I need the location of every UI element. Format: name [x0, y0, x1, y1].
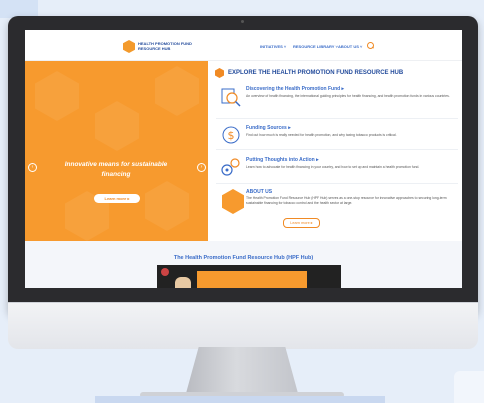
- floor-shadow: [95, 396, 385, 403]
- hexagon-pattern: [155, 66, 199, 116]
- divider: [216, 118, 458, 119]
- logo-icon[interactable]: [123, 40, 135, 53]
- gears-icon: [221, 158, 240, 176]
- explore-panel: EXPLORE THE HEALTH PROMOTION FUND RESOUR…: [208, 61, 462, 241]
- discovering-link[interactable]: Discovering the Health Promotion Fund ▸: [246, 86, 344, 92]
- slider-prev-arrow[interactable]: ‹: [28, 163, 37, 172]
- hexagon-pattern: [35, 71, 79, 121]
- svg-text:$: $: [228, 129, 235, 142]
- video-player[interactable]: [157, 265, 341, 288]
- divider: [216, 149, 458, 150]
- putting-thoughts-link[interactable]: Putting Thoughts into Action ▸: [246, 157, 319, 163]
- video-section: The Health Promotion Fund Resource Hub (…: [25, 241, 462, 288]
- explore-title: EXPLORE THE HEALTH PROMOTION FUND RESOUR…: [228, 70, 404, 76]
- about-us-heading[interactable]: ABOUT US: [246, 189, 272, 195]
- about-us-desc: The Health Promotion Fund Resource Hub (…: [246, 196, 447, 206]
- video-thumbnail: [197, 271, 307, 288]
- funding-sources-link[interactable]: Funding Sources ▸: [246, 125, 291, 131]
- magnifier-building-icon: [221, 88, 241, 107]
- search-icon[interactable]: [367, 42, 374, 49]
- divider: [216, 183, 458, 184]
- monitor-stand: [185, 347, 299, 397]
- nav-resource-library[interactable]: RESOURCE LIBRARY ˅: [293, 44, 338, 49]
- hero-slider: ‹ › Innovative means for sustainable fin…: [25, 61, 208, 241]
- hexagon-pattern: [95, 101, 139, 151]
- nav-initiatives[interactable]: INITIATIVES ˅: [260, 44, 286, 49]
- hero-title-line: financing: [101, 171, 131, 179]
- logo-subtitle[interactable]: RESOURCE HUB: [138, 46, 170, 51]
- hero-learn-more-button[interactable]: Learn more ▸: [94, 194, 140, 203]
- site-header: HEALTH PROMOTION FUND RESOURCE HUB INITI…: [25, 30, 462, 61]
- dollar-coin-icon: $: [222, 126, 240, 144]
- about-us-hexagon-icon: [222, 189, 244, 214]
- hero-title: Innovative means for sustainable financi…: [45, 160, 187, 181]
- putting-thoughts-desc: Learn how to advocate for health financi…: [246, 165, 420, 169]
- channel-avatar: [161, 268, 169, 276]
- hexagon-pattern: [145, 181, 189, 231]
- video-section-title: The Health Promotion Fund Resource Hub (…: [173, 255, 314, 261]
- background-card: [454, 371, 484, 403]
- about-learn-more-button[interactable]: Learn more ▸: [283, 218, 320, 228]
- hexagon-icon: [215, 68, 224, 78]
- monitor-chin: [8, 302, 478, 349]
- funding-sources-desc: Find out how much is really needed for h…: [246, 133, 397, 137]
- hero-title-line: Innovative means for sustainable: [64, 161, 168, 168]
- website-screen: HEALTH PROMOTION FUND RESOURCE HUB INITI…: [25, 30, 462, 288]
- webcam: [241, 20, 244, 23]
- video-person-image: [175, 277, 191, 288]
- slider-next-arrow[interactable]: ›: [197, 163, 206, 172]
- discovering-desc: An overview of health financing, the int…: [246, 94, 450, 98]
- nav-about-us[interactable]: ABOUT US ˅: [338, 44, 362, 49]
